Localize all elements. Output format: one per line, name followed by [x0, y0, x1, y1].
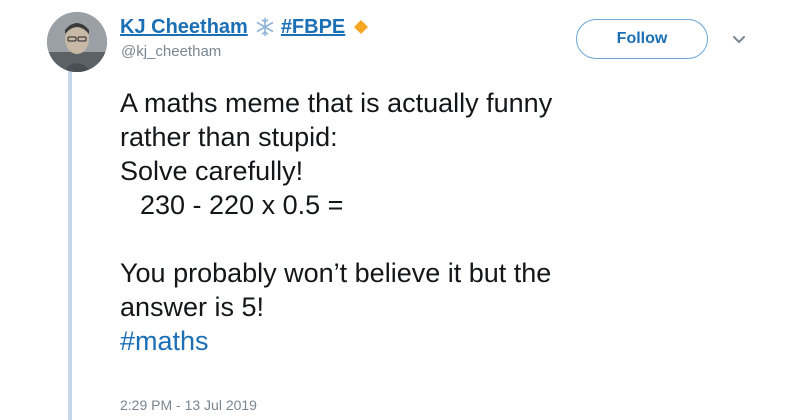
follow-button[interactable]: Follow [576, 19, 708, 59]
hashtag-link[interactable]: #maths [120, 324, 552, 358]
tweet-timestamp[interactable]: 2:29 PM - 13 Jul 2019 [120, 397, 257, 413]
thread-line [68, 68, 72, 420]
avatar-image [47, 12, 107, 72]
tweet-equation: 230 - 220 x 0.5 = [140, 190, 344, 220]
author-display-name[interactable]: KJ Cheetham [120, 16, 248, 39]
tweet-text: A maths meme that is actually funny rath… [120, 86, 552, 358]
avatar[interactable] [47, 12, 107, 72]
author-name-row: KJ Cheetham #FBPE [120, 14, 369, 40]
tweet-line: Solve carefully! [120, 156, 304, 186]
tweet-line: rather than stupid: [120, 122, 338, 152]
tweet-line: answer is 5! [120, 292, 265, 322]
author-handle[interactable]: @kj_cheetham [121, 43, 221, 60]
author-tag[interactable]: #FBPE [281, 16, 345, 39]
tweet-line: A maths meme that is actually funny [120, 88, 553, 118]
tweet-line: You probably won’t believe it but the [120, 258, 552, 288]
chevron-down-icon[interactable] [731, 34, 747, 46]
orange-diamond-icon [354, 20, 369, 34]
snowflake-icon [256, 17, 274, 37]
tweet-card: KJ Cheetham #FBPE @kj_cheetham Follow A … [0, 0, 800, 420]
